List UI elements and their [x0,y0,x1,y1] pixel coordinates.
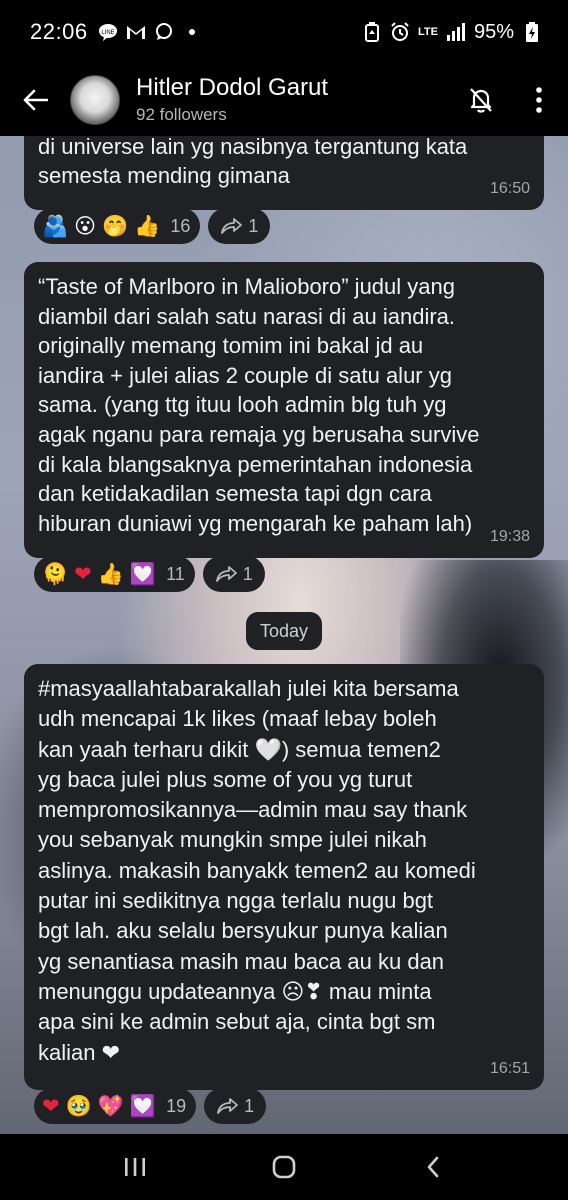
reaction-emoji: ❤ [42,1093,60,1118]
signal-icon [446,22,466,42]
forwards-count: 1 [248,215,259,236]
reaction-emoji: 👍 [97,561,124,586]
reaction-emoji: 🤭 [102,213,129,238]
message-line: bgt lah. aku selalu bersyukur punya kali… [38,918,448,944]
message-bubble[interactable]: “Taste of Marlboro in Malioboro” judul y… [24,262,544,558]
message-list[interactable]: my manakarya gw yg di gatekeep (18+) jul… [0,136,568,1134]
forwards-count: 1 [242,563,253,584]
back-button[interactable] [0,64,70,136]
status-bar: 22:06 LINE LTE 95% [0,0,568,64]
message-line: you sebanyak mungkin smpe julei nikah [38,827,427,853]
reaction-emoji: 💖 [97,1093,124,1118]
reactions-pill[interactable]: ❤ 🥹 💖 💟 19 [34,1088,197,1124]
channel-avatar[interactable] [70,75,120,125]
battery-charging-icon [522,22,542,42]
header-actions [452,64,568,136]
line-app-icon: LINE [98,22,118,42]
reaction-count: 16 [170,215,191,236]
battery-percent: 95% [473,20,514,43]
forward-arrow-icon [221,218,243,234]
reactions-pill[interactable]: 🫂 😮 🤭 👍 16 [34,208,201,244]
reaction-count: 19 [166,1095,187,1116]
dot-icon [182,22,202,42]
message-time: 16:50 [489,180,530,198]
message-line: udh mencapai 1k likes (maaf lebay boleh [38,706,437,732]
reactions-pill[interactable]: 🫠 ❤ 👍 💟 11 [34,556,195,592]
mute-button[interactable] [452,64,510,136]
chevron-left-icon [428,1156,439,1178]
more-vertical-icon [536,87,542,113]
date-separator: Today [246,612,322,650]
reaction-emoji: 🫂 [42,213,69,238]
more-options-button[interactable] [510,64,568,136]
alarm-icon [390,22,410,42]
message-reactions: ❤ 🥹 💖 💟 19 1 [34,1088,267,1124]
message-line: kalian ❤ [38,1039,121,1065]
message-text: #masyaallahtabarakallah julei kita bersa… [38,674,530,1068]
message-line: putar ini sedikitnya ngga terlalu nugu b… [38,888,434,914]
reaction-emoji: 😮 [74,213,97,238]
forward-arrow-icon [215,566,237,582]
message-line: yg senantiasa masih mau baca au ku dan [38,948,445,974]
message-line: kan yaah terharu dikit 🤍) semua temen2 [38,736,441,762]
forwards-pill[interactable]: 1 [204,1088,267,1124]
message-reactions: 🫂 😮 🤭 👍 16 1 [34,208,271,244]
message-line: mempromosikannya—admin mau say thank [38,797,468,823]
home-icon [272,1155,296,1179]
followers-count: 92 followers [136,105,227,124]
status-right: LTE 95% [362,21,542,44]
message-time: 16:51 [489,1059,530,1077]
reaction-emoji: 💟 [129,1093,157,1118]
bell-off-icon [470,88,492,113]
nav-back-button[interactable] [393,1134,473,1200]
channel-title-block[interactable]: Hitler Dodol Garut 92 followers [136,74,328,126]
home-button[interactable] [244,1134,324,1200]
reaction-emoji: 🥹 [65,1093,92,1118]
reaction-emoji: ❤ [74,561,92,586]
message-text: “Taste of Marlboro in Malioboro” judul y… [38,274,480,536]
message-line: apa sini ke admin sebut aja, cinta bgt s… [38,1009,436,1035]
svg-text:LINE: LINE [101,30,114,36]
recycle-battery-icon [362,22,382,42]
forwards-pill[interactable]: 1 [208,208,271,244]
forwards-pill[interactable]: 1 [202,556,265,592]
network-type-label: LTE [418,26,438,38]
message-bubble-icon [154,22,174,42]
message-line: #masyaallahtabarakallah julei kita bersa… [38,676,459,701]
arrow-left-icon [23,89,48,111]
notification-icons: LINE [98,22,202,42]
channel-header: Hitler Dodol Garut 92 followers [0,64,568,136]
forwards-count: 1 [244,1095,255,1116]
system-nav-bar [0,1134,568,1200]
reaction-emoji: 👍 [134,213,161,238]
message-line: menunggu updateannya ☹❣ mau minta [38,978,432,1004]
message-line: aslinya. makasih banyakk temen2 au komed… [38,857,476,883]
message-reactions: 🫠 ❤ 👍 💟 11 1 [34,556,265,592]
reaction-emoji: 💟 [129,561,157,586]
message-bubble[interactable]: my manakarya gw yg di gatekeep (18+) jul… [24,136,544,210]
message-time: 19:38 [489,528,530,546]
forward-arrow-icon [217,1098,239,1114]
message-line: yg baca julei plus some of you yg turut [38,766,413,792]
reaction-count: 11 [166,563,185,584]
channel-name: Hitler Dodol Garut [136,74,329,101]
message-text: my manakarya gw yg di gatekeep (18+) jul… [38,136,468,189]
message-bubble[interactable]: #masyaallahtabarakallah julei kita bersa… [24,664,544,1090]
gmail-icon [126,22,146,42]
recent-apps-icon [124,1158,145,1176]
status-time: 22:06 [30,19,88,44]
reaction-emoji: 🫠 [42,561,69,586]
recent-apps-button[interactable] [95,1134,175,1200]
